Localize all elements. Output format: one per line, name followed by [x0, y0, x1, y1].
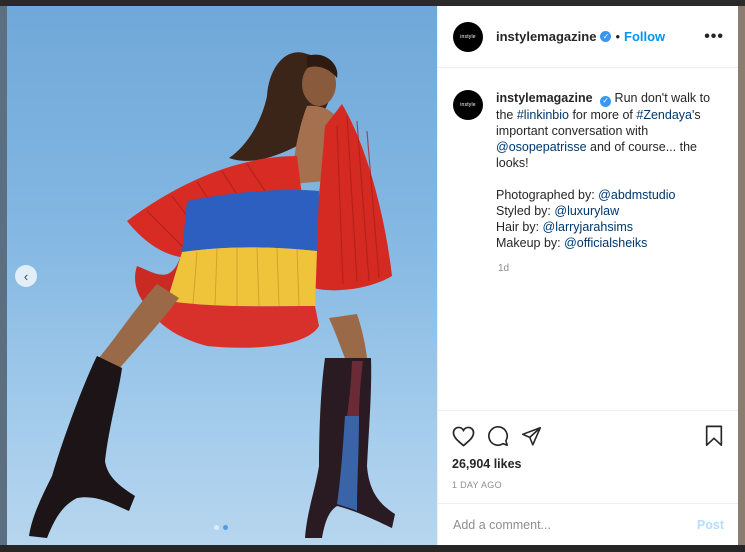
- caption-username[interactable]: instylemagazine: [496, 91, 593, 105]
- heart-icon[interactable]: [452, 426, 475, 447]
- chevron-left-icon: ‹: [23, 268, 29, 284]
- share-icon[interactable]: [521, 426, 542, 447]
- separator: •: [615, 29, 620, 44]
- carousel-dots: [214, 525, 228, 530]
- post-modal: ‹ instyle instylemagazine ✓ • Follow •••…: [7, 6, 738, 545]
- caption-mid: for more of: [568, 107, 637, 122]
- like-count[interactable]: 26,904 likes: [452, 457, 724, 471]
- modal-overlay[interactable]: ‹ instyle instylemagazine ✓ • Follow •••…: [0, 0, 745, 552]
- post-actions: 26,904 likes 1 DAY AGO: [438, 410, 738, 490]
- credit-line: Hair by: @larryjarahsims: [496, 219, 714, 235]
- backdrop: [0, 545, 745, 552]
- credit-line: Photographed by: @abdmstudio: [496, 187, 714, 203]
- more-options-icon[interactable]: •••: [704, 28, 724, 46]
- backdrop: [738, 6, 745, 545]
- credit-label: Styled by:: [496, 203, 555, 218]
- caption-timestamp[interactable]: 1d: [498, 263, 724, 274]
- credit-handle[interactable]: @luxurylaw: [554, 204, 619, 218]
- credit-handle[interactable]: @larryjarahsims: [543, 220, 633, 234]
- comment-icon[interactable]: [487, 425, 509, 447]
- bookmark-icon[interactable]: [704, 425, 724, 447]
- credit-handle[interactable]: @officialsheiks: [564, 236, 647, 250]
- post-photo[interactable]: ‹: [7, 6, 437, 545]
- post-header: instyle instylemagazine ✓ • Follow •••: [438, 6, 738, 68]
- mention-osopepatrisse[interactable]: @osopepatrisse: [496, 140, 587, 154]
- credit-label: Photographed by:: [496, 187, 599, 202]
- avatar[interactable]: instyle: [453, 90, 483, 120]
- post-photo-illustration: [29, 52, 395, 538]
- comment-input[interactable]: [453, 517, 697, 532]
- post-sidebar: instyle instylemagazine ✓ • Follow ••• i…: [437, 6, 738, 545]
- post-comment-button[interactable]: Post: [697, 518, 724, 532]
- follow-button[interactable]: Follow: [624, 29, 665, 44]
- carousel-dot: [214, 525, 219, 530]
- carousel-dot-active: [223, 525, 228, 530]
- carousel-prev-button[interactable]: ‹: [15, 265, 37, 287]
- credit-line: Styled by: @luxurylaw: [496, 203, 714, 219]
- credit-line: Makeup by: @officialsheiks: [496, 235, 714, 251]
- hashtag-zendaya[interactable]: #Zendaya: [636, 108, 692, 122]
- verified-icon: ✓: [600, 95, 612, 107]
- verified-icon: ✓: [600, 31, 612, 42]
- comment-bar: Post: [438, 503, 738, 545]
- backdrop: [0, 6, 7, 545]
- credit-label: Makeup by:: [496, 235, 565, 250]
- credit-label: Hair by:: [496, 219, 543, 234]
- post-timestamp[interactable]: 1 DAY AGO: [452, 480, 724, 490]
- username-link[interactable]: instylemagazine: [496, 29, 596, 44]
- hashtag-linkinbio[interactable]: #linkinbio: [517, 108, 569, 122]
- caption-text: instylemagazine ✓ Run don't walk to the …: [496, 90, 714, 251]
- credit-handle[interactable]: @abdmstudio: [598, 188, 675, 202]
- avatar[interactable]: instyle: [453, 21, 483, 52]
